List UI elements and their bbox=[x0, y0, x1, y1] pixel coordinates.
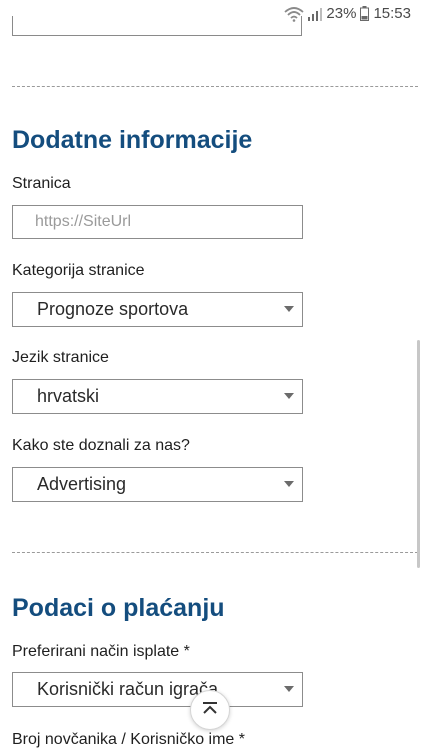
chevron-up-icon bbox=[201, 701, 219, 720]
status-indicators: 23% 15:53 bbox=[284, 5, 411, 22]
referral-select-value: Advertising bbox=[37, 474, 127, 494]
category-select[interactable]: Prognoze sportova bbox=[12, 292, 303, 327]
clock: 15:53 bbox=[373, 5, 411, 22]
scroll-to-top-button[interactable] bbox=[190, 690, 230, 730]
wallet-label: Broj novčanika / Korisničko ime * bbox=[12, 731, 245, 748]
payment-method-select[interactable]: Korisnički račun igrača bbox=[12, 672, 303, 707]
section-divider bbox=[12, 86, 418, 87]
payment-method-label: Preferirani način isplate * bbox=[12, 643, 190, 660]
section-title-payment: Podaci o plaćanju bbox=[12, 594, 225, 622]
battery-percent: 23% bbox=[326, 5, 357, 22]
category-label: Kategorija stranice bbox=[12, 262, 145, 279]
section-title-additional-info: Dodatne informacije bbox=[12, 126, 253, 154]
referral-label: Kako ste doznali za nas? bbox=[12, 437, 190, 454]
dropdown-arrow-icon bbox=[284, 393, 294, 399]
dropdown-arrow-icon bbox=[284, 686, 294, 692]
referral-select[interactable]: Advertising bbox=[12, 467, 303, 502]
dropdown-arrow-icon bbox=[284, 481, 294, 487]
payment-method-select-value: Korisnički račun igrača bbox=[37, 679, 219, 699]
language-select[interactable]: hrvatski bbox=[12, 379, 303, 414]
page-scrollbar[interactable] bbox=[417, 340, 420, 568]
battery-icon bbox=[360, 6, 370, 21]
language-select-value: hrvatski bbox=[37, 386, 100, 406]
dropdown-arrow-icon bbox=[284, 306, 294, 312]
signal-icon bbox=[308, 7, 323, 21]
previous-field-bottom[interactable] bbox=[12, 16, 302, 36]
section-divider bbox=[12, 552, 418, 553]
site-label: Stranica bbox=[12, 175, 71, 192]
category-select-value: Prognoze sportova bbox=[37, 299, 189, 319]
language-label: Jezik stranice bbox=[12, 349, 109, 366]
site-url-input[interactable] bbox=[12, 205, 303, 239]
